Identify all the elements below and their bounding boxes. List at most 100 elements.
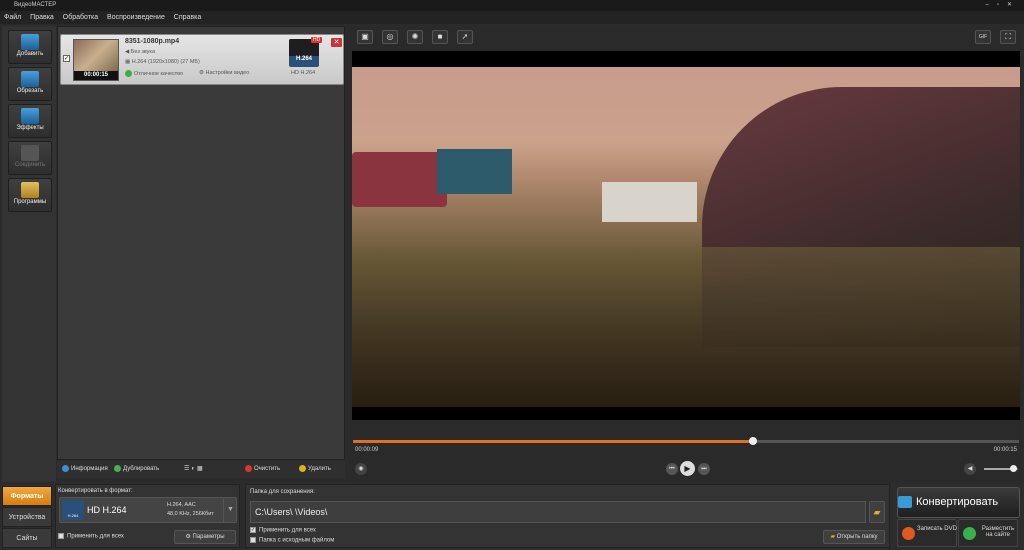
speed-icon[interactable]: ➚ — [457, 30, 473, 44]
format-select[interactable]: H.264 HD H.264 H.264, AAC 48,0 KHz, 256К… — [59, 497, 237, 523]
programs-icon — [21, 182, 39, 198]
cut-icon — [21, 71, 39, 87]
save-heading: Папка для сохранения: — [250, 489, 315, 495]
file-quality: Отличное качество — [125, 70, 183, 77]
volume-handle[interactable] — [1009, 465, 1017, 472]
file-video-info: ▦ H.264 (1920x1080) (27 МБ) — [125, 59, 200, 65]
seek-handle[interactable] — [748, 437, 757, 445]
info-button[interactable]: Информация — [62, 465, 108, 472]
tab-sites[interactable]: Сайты — [2, 528, 52, 548]
file-audio: ◀ Без звука — [125, 49, 156, 55]
burn-dvd-button[interactable]: Записать DVD — [897, 519, 957, 547]
menu-playback[interactable]: Воспроизведение — [107, 14, 165, 21]
next-frame-icon[interactable]: ⏭ — [698, 463, 710, 475]
close-icon[interactable]: ✕ — [331, 38, 342, 47]
effects-icon — [21, 108, 39, 124]
file-list: ✓ 00:00:15 8351-1080p.mp4 ◀ Без звука ▦ … — [57, 26, 345, 460]
checkbox[interactable]: ✓ — [250, 527, 256, 533]
checkbox[interactable] — [58, 533, 64, 539]
list-item[interactable]: ✓ 00:00:15 8351-1080p.mp4 ◀ Без звука ▦ … — [60, 34, 344, 85]
format-section: Конвертировать в формат: H.264 HD H.264 … — [55, 484, 240, 548]
title-bar: ВидеоМАСТЕР –▫✕ — [0, 0, 1024, 11]
publish-button[interactable]: Разместить на сайте — [958, 519, 1018, 547]
camera-icon[interactable]: ■ — [432, 30, 448, 44]
volume-slider[interactable] — [984, 465, 1018, 472]
delete-button[interactable]: Удалить — [299, 465, 331, 472]
delete-icon — [299, 465, 306, 472]
convert-button[interactable]: Конвертировать — [897, 487, 1020, 518]
info-icon — [62, 465, 69, 472]
video-still — [352, 67, 1020, 407]
file-checkbox[interactable]: ✓ — [63, 55, 70, 62]
tab-devices[interactable]: Устройства — [2, 507, 52, 527]
dvd-icon — [902, 527, 915, 540]
snapshot-icon[interactable]: ◎ — [382, 30, 398, 44]
menu-processing[interactable]: Обработка — [63, 14, 98, 21]
play-icon[interactable]: ▶ — [680, 461, 695, 476]
total-time: 00:00:15 — [993, 447, 1017, 453]
current-time: 00:00:09 — [355, 447, 379, 453]
sidebar-item-effects[interactable]: Эффекты — [8, 104, 52, 138]
sidebar: Добавить Обрезать Эффекты Соединить Прог… — [2, 26, 56, 482]
format-apply-all[interactable]: Применить для всех — [58, 533, 124, 540]
source-folder-option[interactable]: Папка с исходным файлом — [250, 537, 334, 544]
open-folder-button[interactable]: ▰ Открыть папку — [823, 530, 885, 544]
gear-icon: ⚙ — [185, 534, 193, 540]
file-name: 8351-1080p.mp4 — [125, 38, 180, 45]
save-section: Папка для сохранения: C:\Users\ \Videos\… — [245, 484, 890, 548]
file-toolbar: Информация Дублировать ☰◐▦ Очистить Удал… — [57, 461, 345, 478]
hd-tag: HD — [311, 37, 323, 43]
brightness-icon[interactable]: ✺ — [407, 30, 423, 44]
volume-icon[interactable]: ◀ — [964, 463, 976, 475]
view-toggle[interactable]: ☰◐▦ — [184, 465, 205, 472]
video-settings-link[interactable]: ⚙ Настройки видео — [199, 70, 249, 76]
seek-bar[interactable] — [353, 437, 1019, 445]
sidebar-item-join[interactable]: Соединить — [8, 141, 52, 175]
duplicate-button[interactable]: Дублировать — [114, 465, 159, 472]
upload-icon — [963, 527, 976, 540]
gif-button[interactable]: GIF — [975, 30, 991, 44]
video-thumbnail: 00:00:15 — [73, 39, 119, 81]
chevron-down-icon[interactable]: ▼ — [223, 498, 237, 522]
menu-edit[interactable]: Правка — [30, 14, 54, 21]
sidebar-item-programs[interactable]: Программы — [8, 178, 52, 212]
file-duration: 00:00:15 — [74, 71, 118, 80]
params-button[interactable]: ⚙ Параметры — [174, 530, 236, 544]
format-heading: Конвертировать в формат: — [58, 488, 133, 494]
screenshot-icon[interactable]: ◉ — [355, 463, 367, 475]
film-icon: ▦ — [125, 59, 132, 65]
seek-progress — [353, 440, 753, 443]
format-badge-icon: H.264 — [62, 500, 84, 520]
video-frame[interactable] — [352, 51, 1020, 420]
format-badge: H.264 — [289, 39, 319, 67]
menu-bar: Файл Правка Обработка Воспроизведение Сп… — [0, 11, 1024, 24]
crop-icon[interactable]: ▣ — [357, 30, 373, 44]
clear-icon — [245, 465, 252, 472]
window-controls[interactable]: –▫✕ — [975, 0, 1020, 11]
sidebar-item-add[interactable]: Добавить — [8, 30, 52, 64]
prev-frame-icon[interactable]: ⏮ — [666, 463, 678, 475]
bottom-panel: Форматы Устройства Сайты Конвертировать … — [0, 484, 1024, 550]
window-title: ВидеоМАСТЕР — [14, 2, 57, 8]
menu-help[interactable]: Справка — [174, 14, 201, 21]
save-apply-all[interactable]: ✓ Применить для всех — [250, 527, 316, 534]
volume-level — [984, 468, 1013, 470]
clear-button[interactable]: Очистить — [245, 465, 280, 472]
sidebar-item-cut[interactable]: Обрезать — [8, 67, 52, 101]
save-path-input[interactable]: C:\Users\ \Videos\ — [250, 501, 866, 523]
checkbox[interactable] — [250, 537, 256, 543]
quality-dot-icon — [125, 70, 132, 77]
format-name: HD H.264 — [87, 505, 127, 515]
format-codec: H.264, AAC — [167, 502, 196, 508]
file-format-label: HD H.264 — [291, 70, 316, 76]
tab-formats[interactable]: Форматы — [2, 486, 52, 506]
preview-panel: ▣ ◎ ✺ ■ ➚ GIF ⛶ 00:00:09 00:00:15 ◉ ⏮ ▶ … — [350, 26, 1022, 482]
convert-icon — [898, 496, 912, 509]
duplicate-icon — [114, 465, 121, 472]
format-audio: 48,0 KHz, 256Кбит — [167, 511, 214, 517]
join-icon — [21, 145, 39, 161]
add-video-icon — [21, 34, 39, 50]
fullscreen-icon[interactable]: ⛶ — [1000, 30, 1016, 44]
menu-file[interactable]: Файл — [4, 14, 21, 21]
folder-icon[interactable]: ▰ — [869, 501, 885, 523]
